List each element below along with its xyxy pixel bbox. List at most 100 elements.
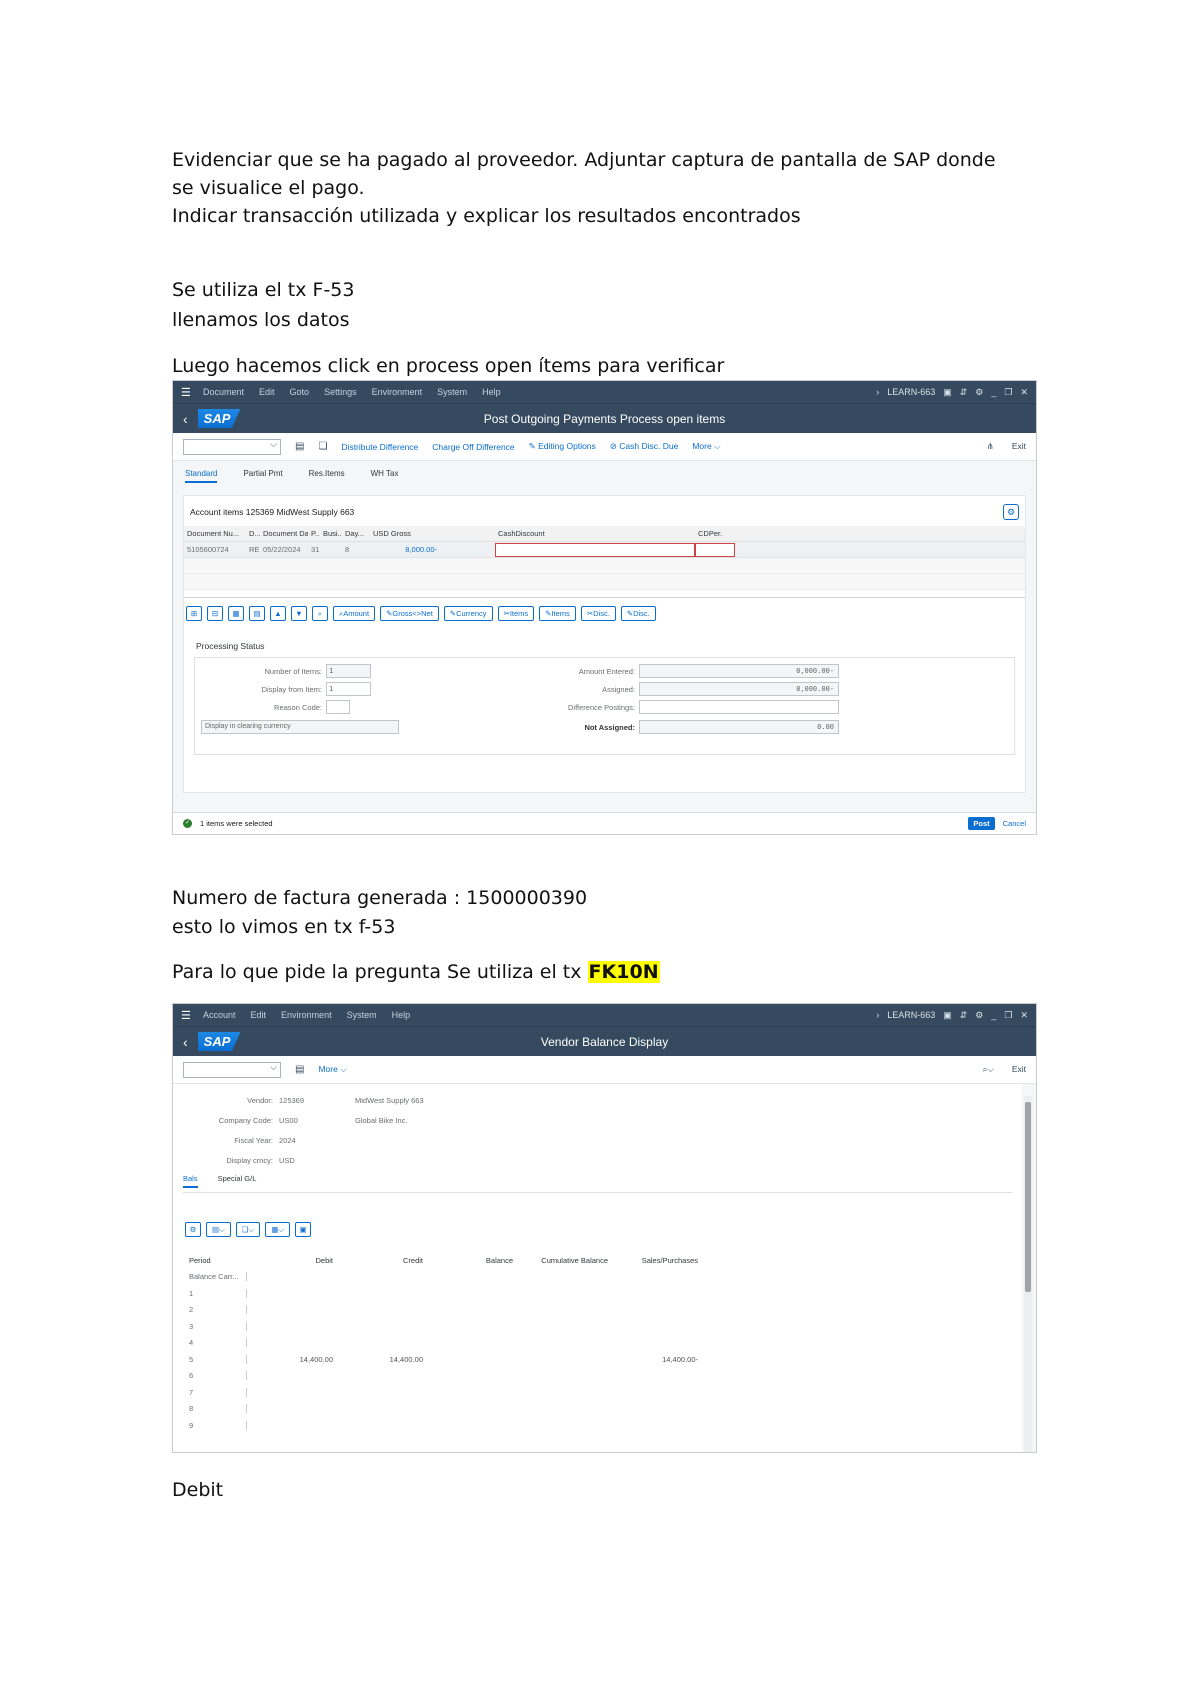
minimize-icon[interactable]: _ <box>991 387 996 397</box>
col-sales-purchases[interactable]: Sales/Purchases <box>612 1256 702 1265</box>
command-dropdown[interactable] <box>183 438 281 455</box>
display-clearing-currency-button[interactable]: Display in clearing currency <box>201 720 399 734</box>
vertical-scrollbar[interactable] <box>1024 1096 1032 1452</box>
table-row[interactable]: 9 <box>185 1417 1015 1434</box>
col-cash-discount[interactable]: CashDiscount <box>495 529 695 538</box>
restore-icon[interactable]: ❐ <box>1004 1010 1012 1021</box>
reason-code-input[interactable] <box>326 700 350 714</box>
screen-icon[interactable]: ▣ <box>943 387 952 398</box>
col-busi[interactable]: Busi... <box>320 529 342 538</box>
gear-icon[interactable]: ⚙ <box>185 1222 201 1237</box>
table-row[interactable]: 1 <box>185 1285 1015 1302</box>
hamburger-menu-icon[interactable]: ☰ <box>181 386 193 399</box>
restore-icon[interactable]: ❐ <box>1004 387 1012 398</box>
display-from-item-input[interactable]: 1 <box>326 682 371 696</box>
command-dropdown[interactable] <box>183 1061 281 1078</box>
more-button[interactable]: More ⌵ <box>692 441 720 452</box>
gear-icon[interactable]: ⚙ <box>1003 504 1019 520</box>
col-p[interactable]: P... <box>308 529 320 538</box>
back-arrow-icon[interactable]: ‹ <box>183 411 188 427</box>
close-icon[interactable]: ✕ <box>1020 387 1028 398</box>
scrollbar-thumb[interactable] <box>1025 1102 1031 1292</box>
copy-icon[interactable]: ❏ <box>318 441 327 452</box>
menu-settings[interactable]: Settings <box>324 387 357 397</box>
col-usd-gross[interactable]: USD Gross <box>370 529 440 538</box>
menu-help[interactable]: Help <box>392 1010 411 1020</box>
minimize-icon[interactable]: _ <box>991 1010 996 1020</box>
close-icon[interactable]: ✕ <box>1020 1010 1028 1021</box>
exit-button[interactable]: Exit <box>1012 441 1026 452</box>
gross-net-button[interactable]: ✎ Gross<>Net <box>380 606 439 621</box>
post-button[interactable]: Post <box>968 817 995 830</box>
disc-x-button[interactable]: ✂ Disc. <box>580 606 616 621</box>
menu-environment[interactable]: Environment <box>281 1010 332 1020</box>
transfer-icon[interactable]: ⇵ <box>960 1010 968 1021</box>
menu-environment[interactable]: Environment <box>372 387 423 397</box>
chevron-right-icon[interactable]: › <box>876 1010 879 1020</box>
amount-button[interactable]: ⌕ Amount <box>333 606 376 621</box>
save-icon[interactable]: ▤ <box>295 441 304 452</box>
filter-icon[interactable]: ▼ <box>291 606 307 621</box>
charge-off-difference-button[interactable]: Charge Off Difference <box>432 442 514 452</box>
horizontal-scrollbar[interactable] <box>184 590 1025 598</box>
tab-standard[interactable]: Standard <box>185 469 218 483</box>
col-document-date[interactable]: Document Date <box>260 529 308 538</box>
cash-disc-due-button[interactable]: ⊘ Cash Disc. Due <box>610 441 679 452</box>
tab-res-items[interactable]: Res.Items <box>309 469 345 487</box>
col-cumulative-balance[interactable]: Cumulative Balance <box>517 1256 612 1265</box>
document-icon[interactable]: ▤ <box>295 1064 304 1075</box>
tab-wh-tax[interactable]: WH Tax <box>371 469 399 487</box>
menu-account[interactable]: Account <box>203 1010 236 1020</box>
block-icon[interactable]: ▤ <box>249 606 265 621</box>
deselect-icon[interactable]: ⊟ <box>207 606 223 621</box>
table-row[interactable]: 6 <box>185 1368 1015 1385</box>
tab-partial-pmt[interactable]: Partial Pmt <box>243 469 282 487</box>
menu-goto[interactable]: Goto <box>290 387 310 397</box>
menu-document[interactable]: Document <box>203 387 244 397</box>
col-credit[interactable]: Credit <box>337 1256 427 1265</box>
layout-icon[interactable]: ▣ <box>294 1222 311 1237</box>
currency-button[interactable]: ✎ Currency <box>443 606 493 621</box>
col-period[interactable]: Period <box>185 1256 247 1265</box>
col-days[interactable]: Day... <box>342 529 370 538</box>
menu-help[interactable]: Help <box>482 387 501 397</box>
cell-usd-gross[interactable]: 8,000.00- <box>370 545 440 554</box>
items-edit-button[interactable]: ✎ Items <box>539 606 576 621</box>
exit-button[interactable]: Exit <box>1012 1064 1026 1075</box>
hierarchy-icon[interactable]: ⋔ <box>987 441 994 452</box>
select-block-icon[interactable]: ▦ <box>228 606 244 621</box>
table-row[interactable]: 5105600724 RE 05/22/2024 31 8 8,000.00- <box>184 542 1025 558</box>
distribute-difference-button[interactable]: Distribute Difference <box>341 442 418 452</box>
hamburger-menu-icon[interactable]: ☰ <box>181 1009 193 1022</box>
menu-system[interactable]: System <box>437 387 467 397</box>
table-row[interactable]: 3 <box>185 1318 1015 1335</box>
disc-edit-button[interactable]: ✎ Disc. <box>620 606 656 621</box>
menu-edit[interactable]: Edit <box>251 1010 267 1020</box>
view-dropdown-icon[interactable]: ▦⌵ <box>265 1222 290 1237</box>
col-document-no[interactable]: Document Nu... <box>184 529 246 538</box>
sort-asc-icon[interactable]: ▲ <box>270 606 286 621</box>
table-row[interactable]: 2 <box>185 1302 1015 1319</box>
settings-icon[interactable]: ⚙ <box>975 1010 983 1021</box>
export-dropdown-icon[interactable]: ▤⌵ <box>206 1222 231 1237</box>
difference-postings-input[interactable] <box>639 700 839 714</box>
menu-edit[interactable]: Edit <box>259 387 275 397</box>
screen-icon[interactable]: ▣ <box>943 1010 952 1021</box>
chevron-right-icon[interactable]: › <box>876 387 879 397</box>
col-d[interactable]: D... <box>246 529 260 538</box>
number-of-items-input[interactable]: 1 <box>326 664 371 678</box>
tab-special-gl[interactable]: Special G/L <box>218 1174 257 1188</box>
cdper-input[interactable] <box>695 542 735 557</box>
table-row[interactable]: Balance Carr... <box>185 1269 1015 1286</box>
copy-dropdown-icon[interactable]: ❏⌵ <box>235 1222 261 1237</box>
editing-options-button[interactable]: ✎ Editing Options <box>529 441 596 452</box>
cancel-button[interactable]: Cancel <box>1003 819 1026 828</box>
back-arrow-icon[interactable]: ‹ <box>183 1034 188 1050</box>
table-row[interactable]: 4 <box>185 1335 1015 1352</box>
search-dropdown-icon[interactable]: ⌕⌵ <box>983 1064 994 1075</box>
table-row[interactable]: 5 14,400.00 14,400.00 14,400.00- <box>185 1351 1015 1368</box>
table-row[interactable]: 8 <box>185 1401 1015 1418</box>
menu-system[interactable]: System <box>347 1010 377 1020</box>
items-x-button[interactable]: ✂ Items <box>497 606 535 621</box>
table-row[interactable]: 7 <box>185 1384 1015 1401</box>
